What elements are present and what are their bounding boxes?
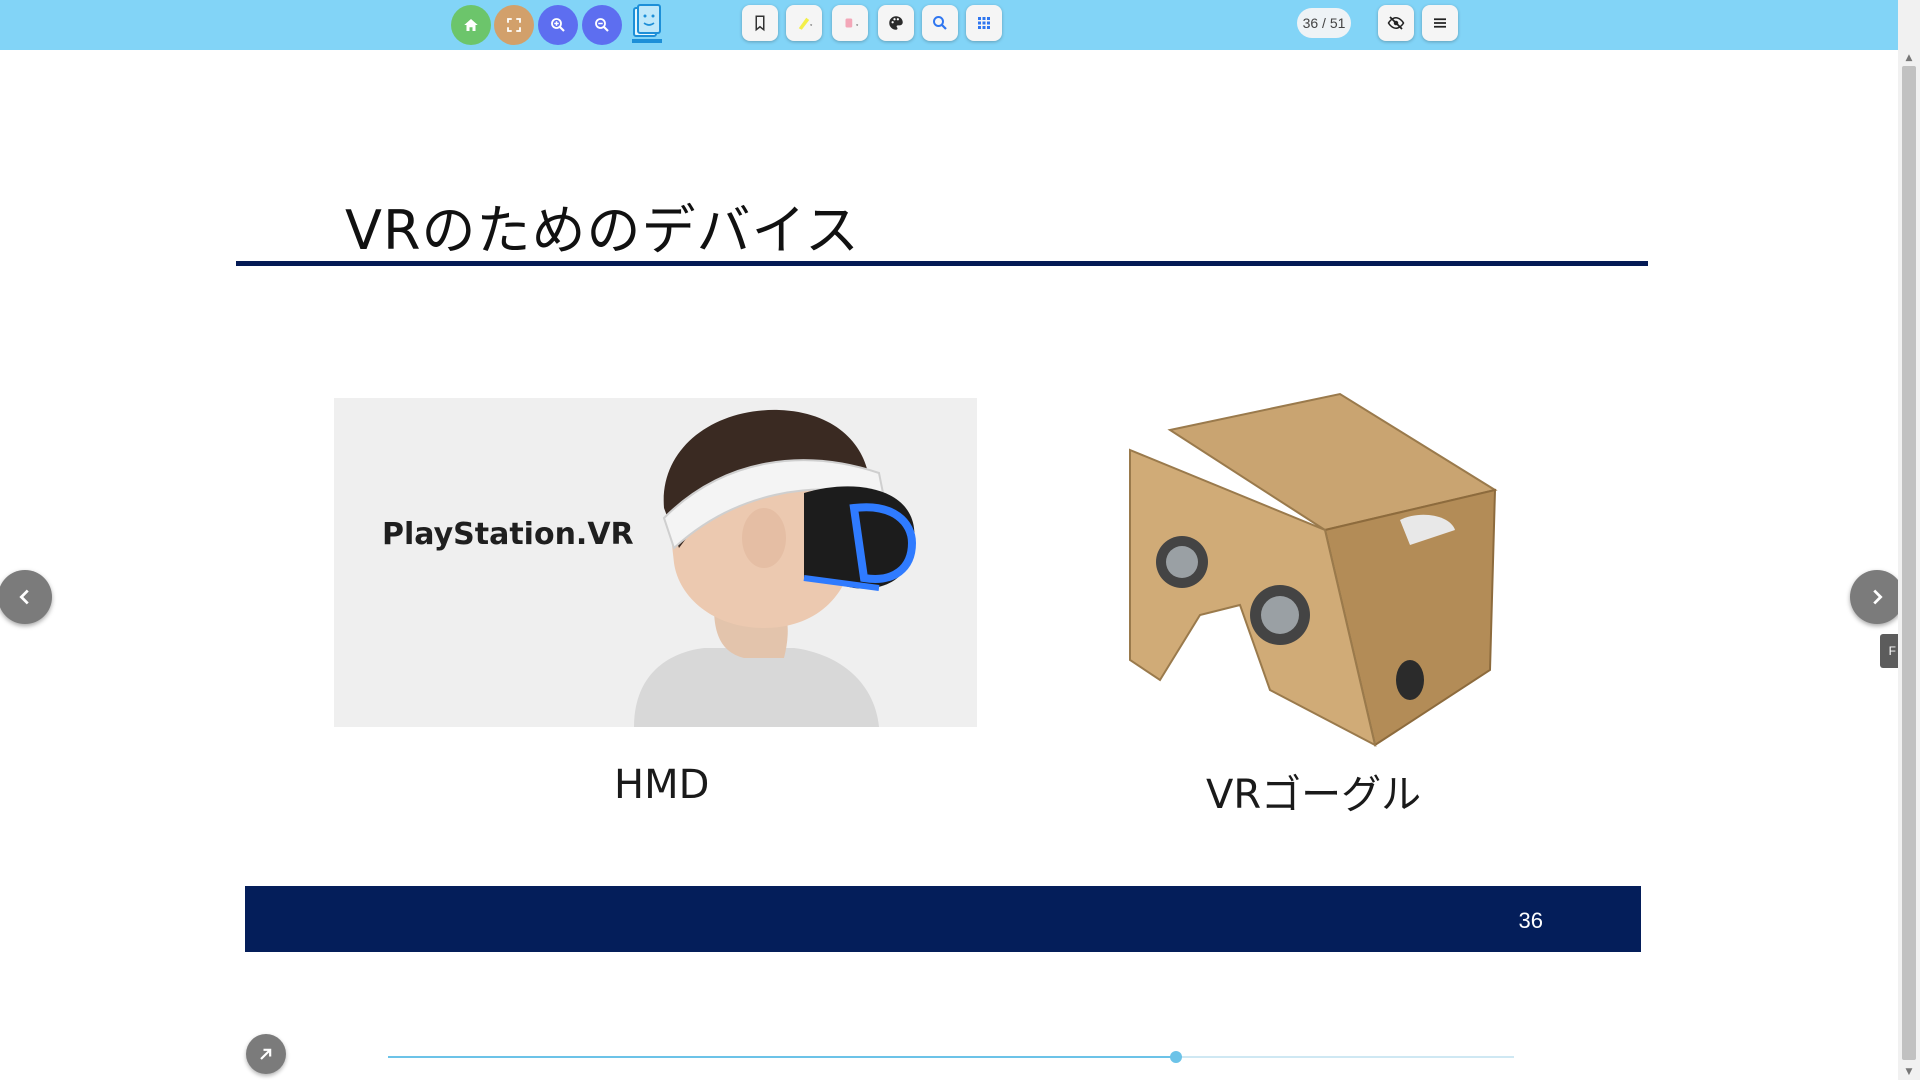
eraser-button[interactable]	[832, 5, 868, 41]
scroll-down-icon[interactable]: ▼	[1898, 1064, 1920, 1080]
menu-button[interactable]	[1422, 5, 1458, 41]
chevron-left-icon	[19, 589, 29, 605]
expand-button[interactable]	[246, 1034, 286, 1074]
side-panel-tab[interactable]: F	[1880, 634, 1898, 668]
fullscreen-icon	[507, 18, 521, 32]
slide-footer-bar: 36	[245, 886, 1641, 952]
prev-page-button[interactable]	[0, 570, 52, 624]
top-toolbar: 36 / 51	[0, 0, 1898, 50]
grid-icon	[978, 17, 990, 29]
highlighter-icon	[798, 17, 813, 30]
hide-toolbar-button[interactable]	[1378, 5, 1414, 41]
title-divider	[236, 261, 1648, 266]
chevron-right-icon	[1873, 589, 1883, 605]
grid-view-button[interactable]	[966, 5, 1002, 41]
vr-goggle-illustration	[1129, 392, 1498, 747]
menu-icon	[1434, 18, 1446, 28]
app-logo	[630, 4, 664, 46]
highlighter-button[interactable]	[786, 5, 822, 41]
arrow-up-right-icon	[260, 1048, 272, 1060]
app-logo-icon	[632, 4, 662, 43]
search-button[interactable]	[922, 5, 958, 41]
zoom-out-button[interactable]	[582, 5, 622, 45]
slide-page-number: 36	[1518, 908, 1543, 933]
bookmark-icon	[755, 15, 765, 32]
vr-goggle-photo	[1120, 390, 1500, 750]
caption-hmd: HMD	[614, 762, 710, 808]
zoom-in-icon	[551, 18, 565, 32]
eraser-icon	[845, 18, 859, 28]
zoom-in-button[interactable]	[538, 5, 578, 45]
zoom-out-icon	[595, 18, 609, 32]
palette-button[interactable]	[878, 5, 914, 41]
scroll-up-icon[interactable]: ▲	[1898, 50, 1920, 66]
next-page-button[interactable]	[1850, 570, 1904, 624]
eye-off-icon	[1387, 16, 1405, 30]
hmd-illustration: PlayStation.VR	[334, 398, 977, 727]
home-icon	[464, 19, 478, 31]
hmd-brand-text: PlayStation.VR	[382, 517, 634, 552]
progress-fill	[388, 1056, 1177, 1058]
page-progress-slider[interactable]	[388, 1051, 1514, 1063]
slide-title: VRのためのデバイス	[345, 199, 860, 262]
vertical-scrollbar[interactable]: ▲ ▼	[1898, 0, 1920, 1080]
caption-vr-goggle: VRゴーグル	[1206, 772, 1422, 818]
progress-knob[interactable]	[1170, 1051, 1183, 1063]
search-icon	[933, 16, 947, 30]
palette-icon	[889, 16, 903, 30]
page-counter: 36 / 51	[1297, 8, 1351, 38]
hmd-photo: PlayStation.VR	[334, 398, 977, 727]
scroll-thumb[interactable]	[1902, 66, 1916, 1060]
home-button[interactable]	[451, 5, 491, 45]
bookmark-button[interactable]	[742, 5, 778, 41]
fullscreen-button[interactable]	[494, 5, 534, 45]
